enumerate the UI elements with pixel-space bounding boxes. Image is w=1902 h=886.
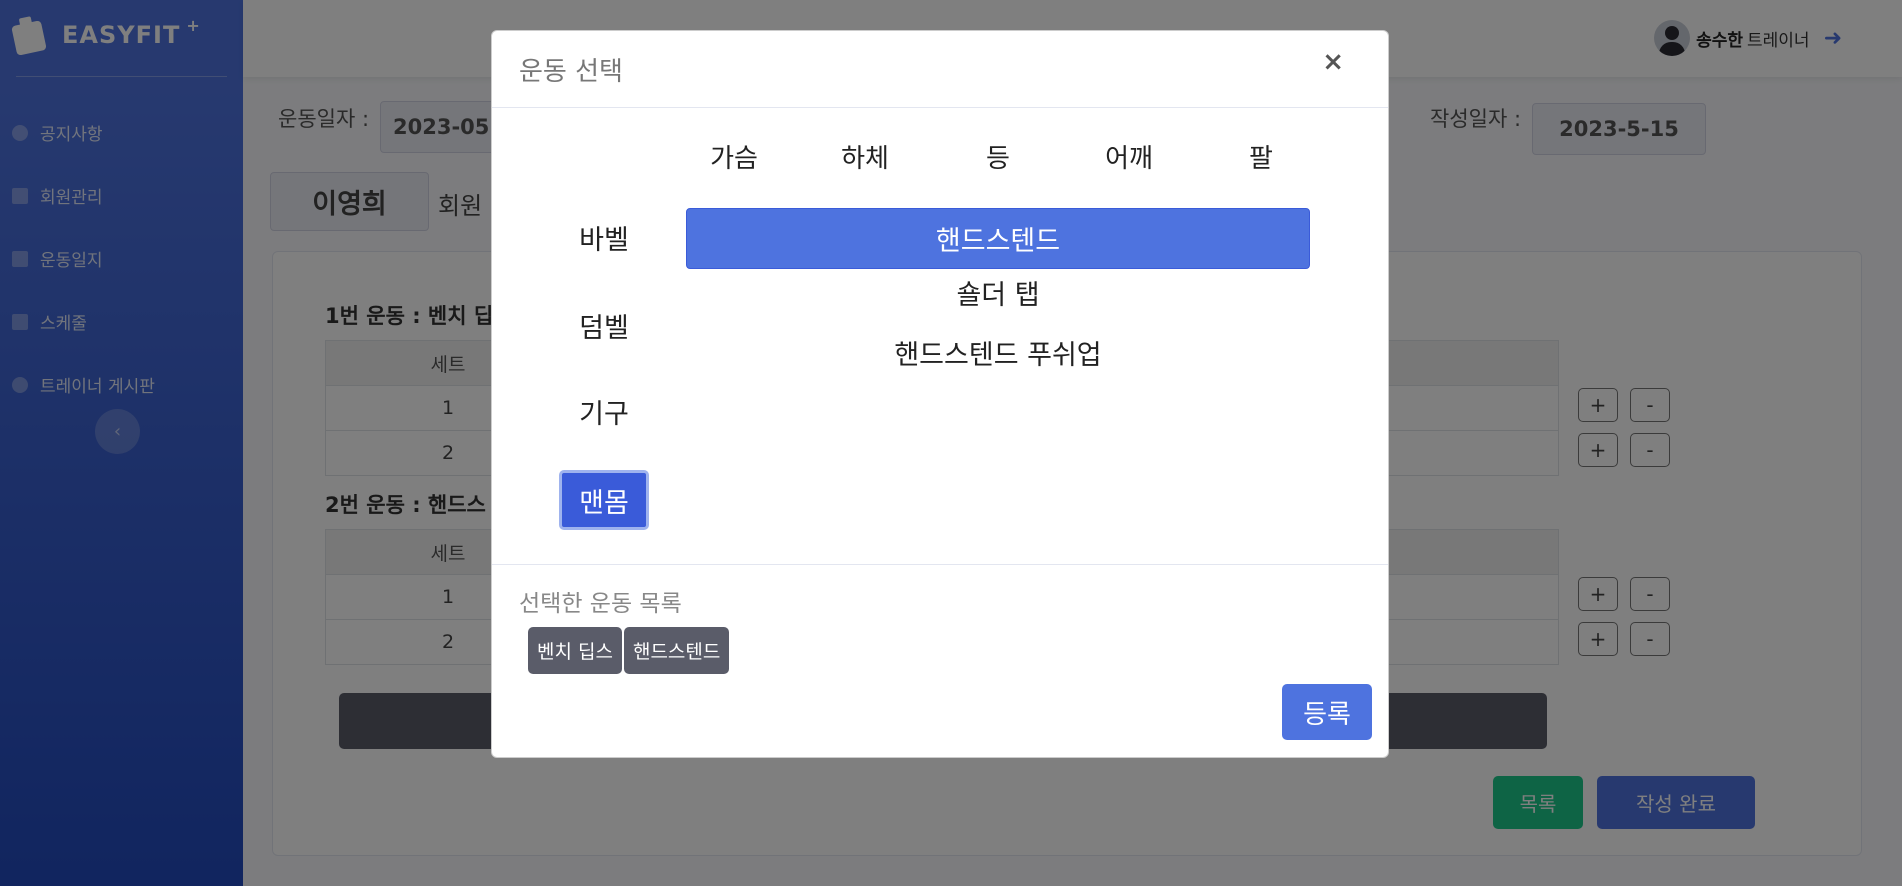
category-legs[interactable]: 하체 <box>820 138 910 175</box>
exercise-option[interactable]: 핸드스텐드 푸쉬업 <box>686 329 1310 375</box>
modal-footer-divider <box>492 564 1388 565</box>
category-arms[interactable]: 팔 <box>1216 138 1306 175</box>
exercise-select-modal: 운동 선택 × 가슴 하체 등 어깨 팔 바벨 덤벨 기구 맨몸 핸드스텐드 숄… <box>491 30 1389 758</box>
selected-list-label: 선택한 운동 목록 <box>519 591 682 617</box>
category-chest[interactable]: 가슴 <box>689 138 779 175</box>
category-back[interactable]: 등 <box>953 138 1043 175</box>
equipment-bodyweight[interactable]: 맨몸 <box>559 470 649 530</box>
equipment-barbell[interactable]: 바벨 <box>559 207 649 267</box>
selected-list: 벤치 딥스 핸드스텐드 <box>528 627 730 674</box>
modal-title: 운동 선택 <box>519 57 623 87</box>
equipment-machine[interactable]: 기구 <box>559 381 649 441</box>
modal-header: 운동 선택 × <box>492 31 1388 108</box>
exercise-option[interactable]: 핸드스텐드 <box>686 208 1310 269</box>
selected-chip[interactable]: 핸드스텐드 <box>623 627 730 674</box>
equipment-dumbbell[interactable]: 덤벨 <box>559 295 649 355</box>
selected-chip[interactable]: 벤치 딥스 <box>528 627 622 674</box>
register-button[interactable]: 등록 <box>1282 684 1372 740</box>
close-icon[interactable]: × <box>1322 47 1344 77</box>
category-shoulders[interactable]: 어깨 <box>1084 138 1174 175</box>
exercise-option[interactable]: 숄더 탭 <box>686 269 1310 315</box>
